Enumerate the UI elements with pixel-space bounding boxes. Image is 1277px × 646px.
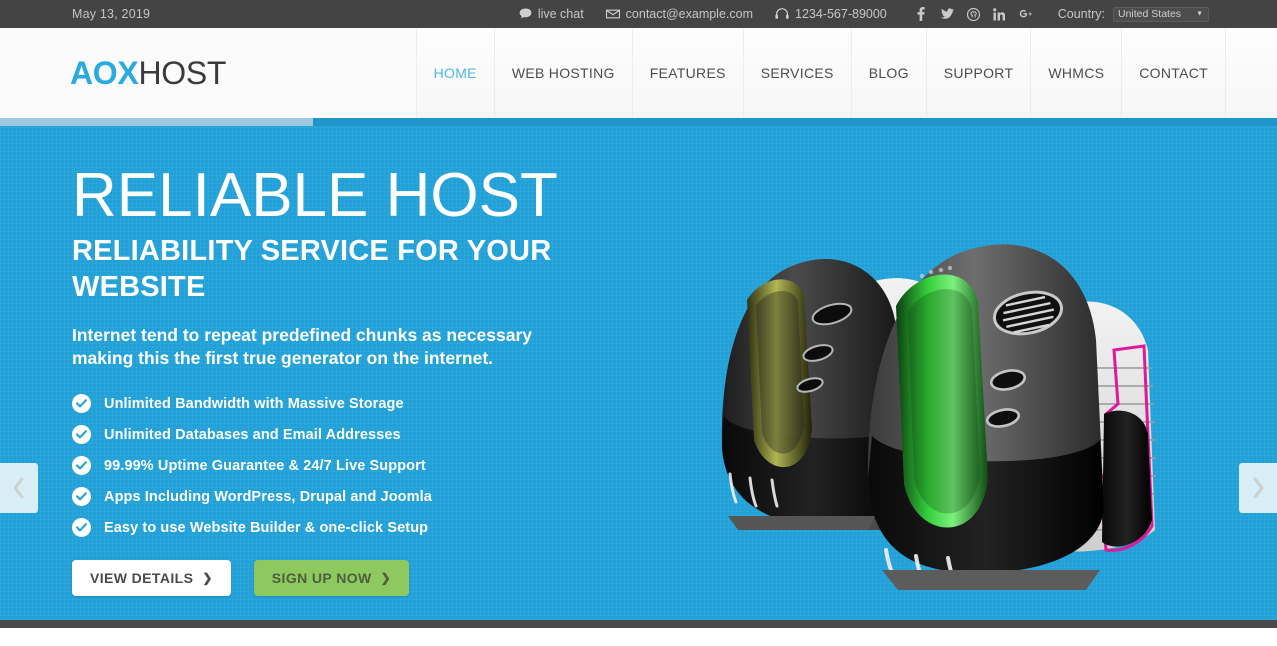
hero-lead-paragraph: Internet tend to repeat predefined chunk… xyxy=(72,325,533,368)
hero-inner: RELIABLE HOST RELIABILITY SERVICE FOR YO… xyxy=(0,118,1277,620)
feature-label: Easy to use Website Builder & one-click … xyxy=(104,519,429,536)
live-chat-link[interactable]: live chat xyxy=(519,7,584,21)
carousel-progress-track xyxy=(0,118,1277,126)
server-illustration xyxy=(700,178,1170,598)
current-date: May 13, 2019 xyxy=(72,7,151,21)
check-circle-icon xyxy=(72,518,91,537)
linkedin-icon[interactable] xyxy=(992,7,1006,21)
google-plus-icon[interactable] xyxy=(1019,7,1032,21)
country-select[interactable]: United States ▼ xyxy=(1113,6,1209,22)
nav-item-services[interactable]: SERVICES xyxy=(742,28,851,118)
hero-bottom-divider xyxy=(0,620,1277,628)
chevron-right-icon xyxy=(1253,477,1264,499)
check-circle-icon xyxy=(72,394,91,413)
nav-end-spacer xyxy=(1225,28,1277,118)
page-root: May 13, 2019 live chat contact@example.c… xyxy=(0,0,1277,646)
top-utility-bar: May 13, 2019 live chat contact@example.c… xyxy=(0,0,1277,36)
check-circle-icon xyxy=(72,487,91,506)
carousel-next-button[interactable] xyxy=(1239,463,1277,513)
list-item: Unlimited Bandwidth with Massive Storage xyxy=(72,394,692,413)
nav-item-home[interactable]: HOME xyxy=(415,28,494,118)
hero-subtitle: RELIABILITY SERVICE FOR YOUR WEBSITE xyxy=(72,235,552,303)
check-circle-icon xyxy=(72,456,91,475)
list-item: Easy to use Website Builder & one-click … xyxy=(72,518,692,537)
nav-item-support[interactable]: SUPPORT xyxy=(925,28,1031,118)
chevron-right-icon: ❯ xyxy=(202,571,213,585)
headset-icon xyxy=(775,8,789,20)
hero-button-row: VIEW DETAILS ❯ SIGN UP NOW ❯ xyxy=(72,560,692,596)
phone-link[interactable]: 1234-567-89000 xyxy=(775,7,887,21)
sign-up-now-button[interactable]: SIGN UP NOW ❯ xyxy=(253,560,410,596)
hero-feature-list: Unlimited Bandwidth with Massive Storage… xyxy=(72,394,692,537)
logo-primary-text: AOX xyxy=(70,54,139,91)
view-details-label: VIEW DETAILS xyxy=(90,570,194,586)
carousel-prev-button[interactable] xyxy=(0,463,38,513)
logo-secondary-text: HOST xyxy=(138,54,227,91)
chevron-right-icon: ❯ xyxy=(380,571,392,585)
main-navigation: HOME WEB HOSTING FEATURES SERVICES BLOG … xyxy=(415,28,1277,118)
nav-item-contact[interactable]: CONTACT xyxy=(1121,28,1225,118)
country-selector-group: Country: United States ▼ xyxy=(1057,6,1209,22)
sign-up-label: SIGN UP NOW xyxy=(271,570,372,586)
top-bar-right-group: live chat contact@example.com 1234-567-8… xyxy=(497,6,1277,22)
chevron-down-icon: ▼ xyxy=(1196,10,1203,18)
email-link[interactable]: contact@example.com xyxy=(605,7,753,21)
social-links xyxy=(915,7,1032,21)
github-icon[interactable] xyxy=(966,7,980,21)
chat-bubble-icon xyxy=(519,8,532,20)
envelope-icon xyxy=(605,9,620,19)
below-fold-area xyxy=(0,628,1277,646)
carousel-progress-fill xyxy=(0,118,313,126)
hero-title: RELIABLE HOST xyxy=(72,161,558,230)
view-details-button[interactable]: VIEW DETAILS ❯ xyxy=(72,560,231,596)
hero-slider: RELIABLE HOST RELIABILITY SERVICE FOR YO… xyxy=(0,118,1277,620)
site-header: AOX HOST HOME WEB HOSTING FEATURES SERVIC… xyxy=(0,28,1277,118)
site-logo[interactable]: AOX HOST xyxy=(70,28,226,118)
nav-item-web-hosting[interactable]: WEB HOSTING xyxy=(493,28,632,118)
chevron-left-icon xyxy=(13,477,24,499)
server-tower-front xyxy=(867,244,1156,590)
phone-label: 1234-567-89000 xyxy=(795,7,887,21)
list-item: Apps Including WordPress, Drupal and Joo… xyxy=(72,487,692,506)
list-item: Unlimited Databases and Email Addresses xyxy=(72,425,692,444)
twitter-icon[interactable] xyxy=(940,7,954,21)
email-label: contact@example.com xyxy=(625,7,753,21)
feature-label: Apps Including WordPress, Drupal and Joo… xyxy=(104,488,432,505)
nav-item-whmcs[interactable]: WHMCS xyxy=(1030,28,1122,118)
feature-label: Unlimited Bandwidth with Massive Storage xyxy=(104,395,404,412)
hero-text-block: RELIABLE HOST RELIABILITY SERVICE FOR YO… xyxy=(72,164,692,596)
facebook-icon[interactable] xyxy=(915,7,928,21)
feature-label: 99.99% Uptime Guarantee & 24/7 Live Supp… xyxy=(104,457,426,474)
nav-item-features[interactable]: FEATURES xyxy=(631,28,743,118)
country-selected-value: United States xyxy=(1118,8,1182,20)
country-label: Country: xyxy=(1057,7,1105,21)
live-chat-label: live chat xyxy=(537,7,584,21)
nav-item-blog[interactable]: BLOG xyxy=(850,28,926,118)
feature-label: Unlimited Databases and Email Addresses xyxy=(104,426,401,443)
list-item: 99.99% Uptime Guarantee & 24/7 Live Supp… xyxy=(72,456,692,475)
check-circle-icon xyxy=(72,425,91,444)
